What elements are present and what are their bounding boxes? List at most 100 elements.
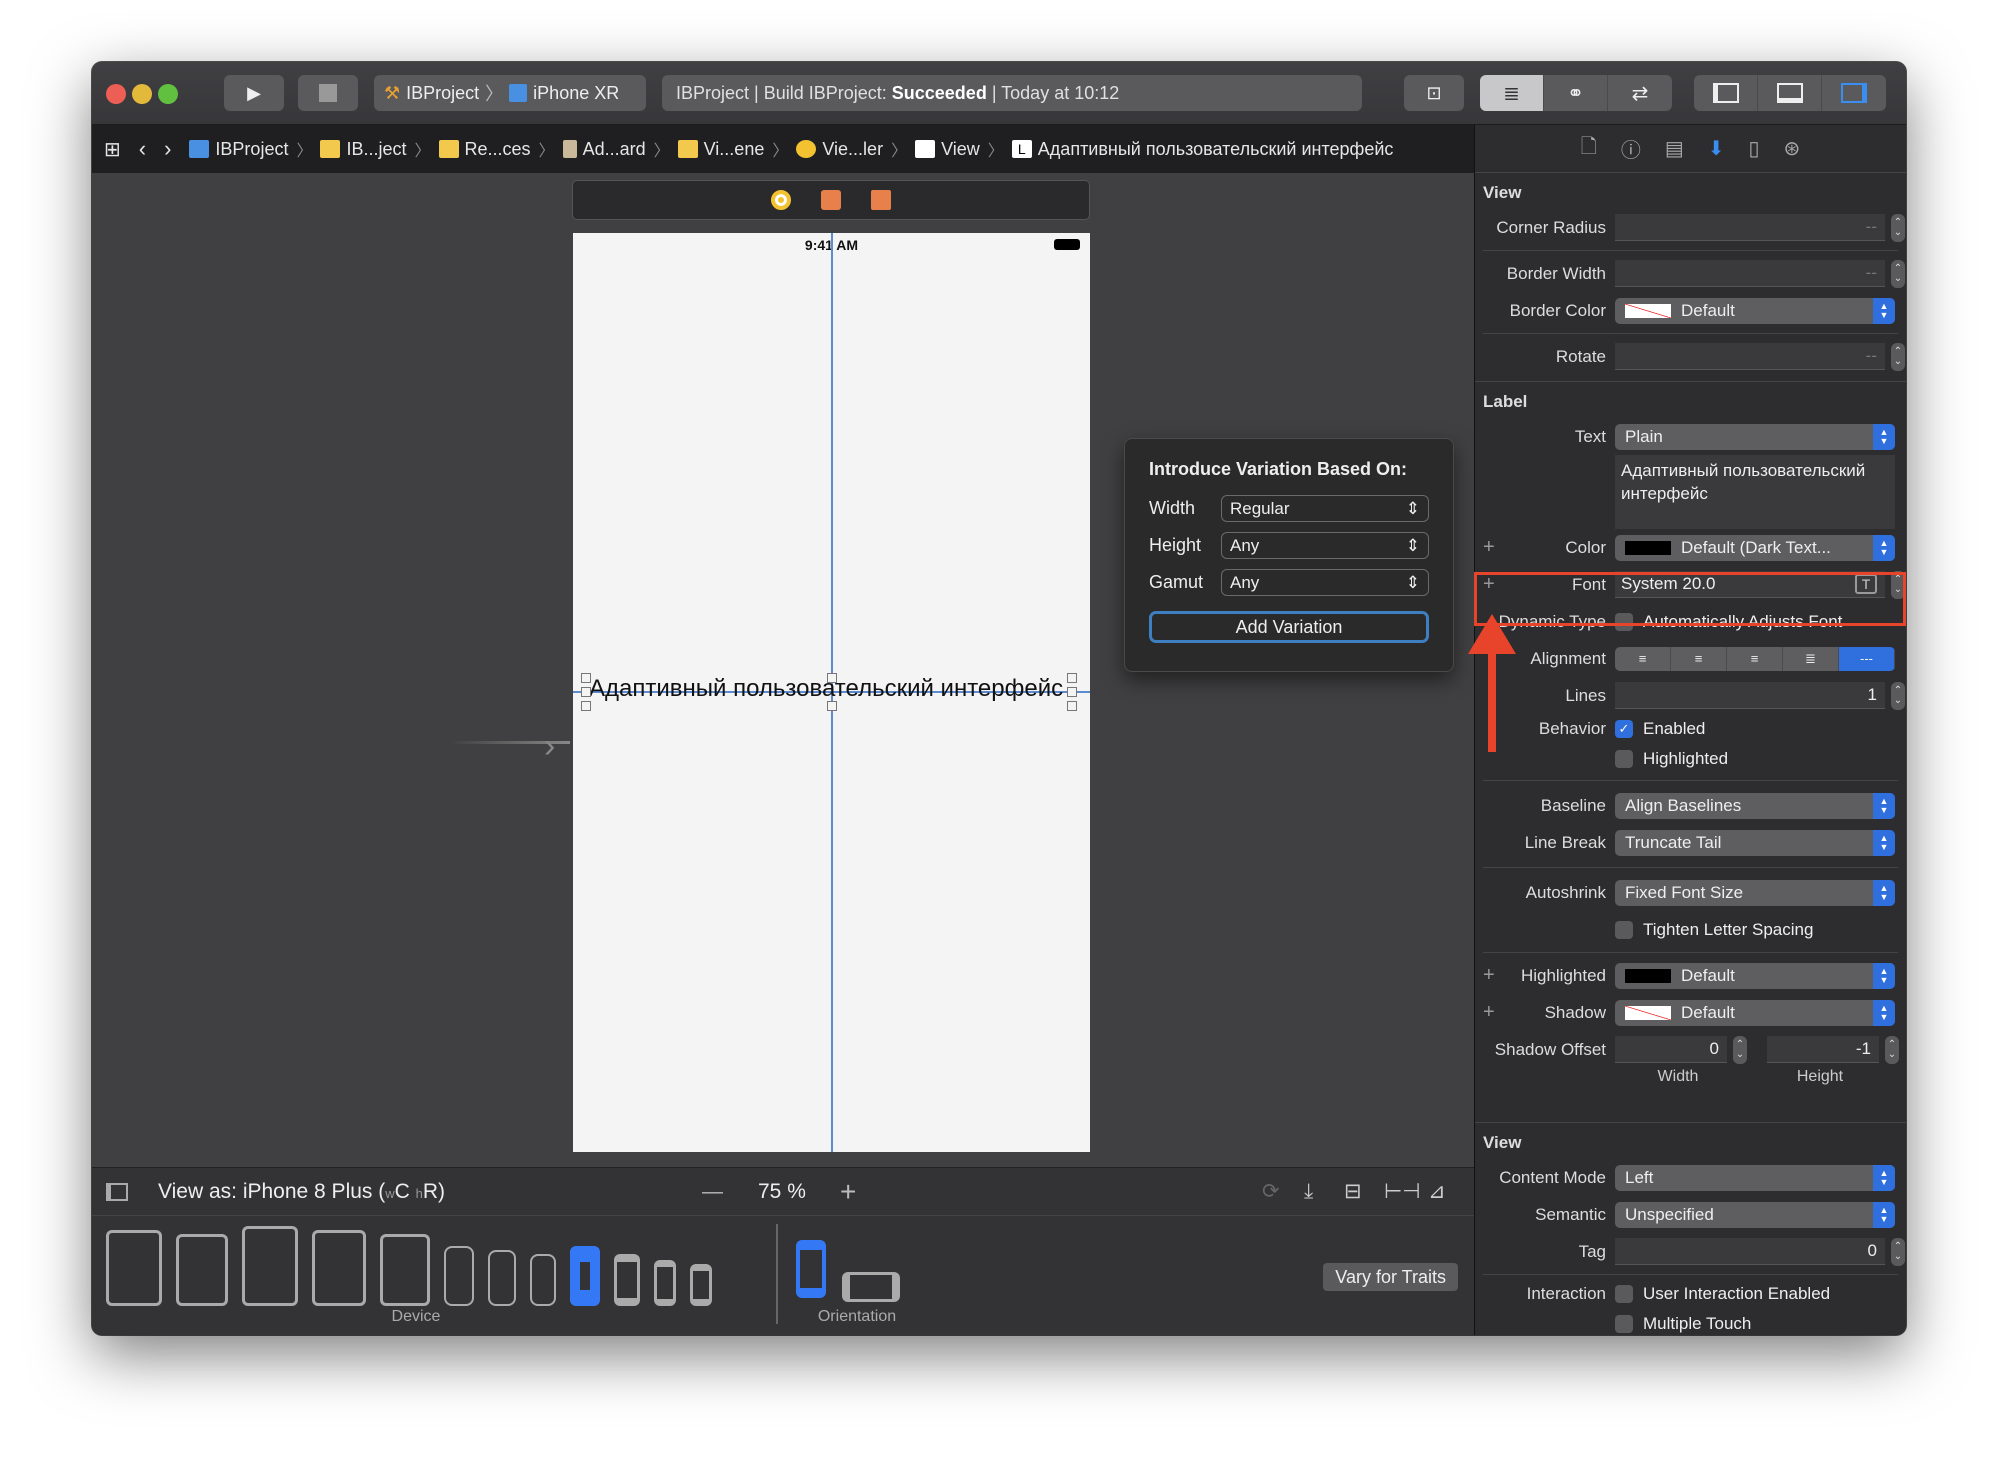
- view-controller-icon[interactable]: [771, 190, 791, 210]
- tighten-letter-spacing-checkbox[interactable]: [1615, 920, 1633, 939]
- add-variation-plus-icon[interactable]: +: [1483, 1001, 1495, 1024]
- align-icon[interactable]: ⊟: [1344, 1179, 1362, 1204]
- device-ipad-pro-11[interactable]: [176, 1234, 228, 1306]
- add-variation-plus-icon[interactable]: +: [1483, 573, 1495, 596]
- align-justified-button[interactable]: ≣: [1783, 646, 1839, 671]
- device-iphone-8-plus[interactable]: [570, 1246, 600, 1306]
- inspector-toggle-button[interactable]: [1822, 75, 1886, 111]
- highlighted-checkbox[interactable]: [1615, 750, 1633, 768]
- breadcrumb-item[interactable]: L Адаптивный пользовательский интерфейс: [1011, 139, 1393, 160]
- resize-handle[interactable]: [827, 701, 837, 711]
- resize-handle[interactable]: [581, 701, 591, 711]
- connections-inspector-icon[interactable]: ⊛: [1784, 136, 1801, 161]
- back-button[interactable]: ‹: [139, 136, 146, 162]
- related-items-icon[interactable]: ⊞: [104, 137, 121, 162]
- content-mode-popup[interactable]: Left ▲ ▼: [1615, 1164, 1895, 1191]
- identity-inspector-icon[interactable]: ▤: [1665, 136, 1684, 161]
- corner-radius-field[interactable]: --: [1615, 214, 1885, 241]
- run-button[interactable]: ▶: [224, 75, 284, 111]
- border-width-field[interactable]: --: [1615, 260, 1885, 287]
- breadcrumb-item[interactable]: IBProject: [189, 139, 288, 160]
- device-iphone-se[interactable]: [654, 1260, 676, 1306]
- minimize-window-button[interactable]: [132, 84, 152, 104]
- zoom-window-button[interactable]: [158, 84, 178, 104]
- highlighted-color-popup[interactable]: Default ▲ ▼: [1615, 962, 1895, 989]
- multiple-touch-checkbox[interactable]: [1615, 1315, 1633, 1333]
- document-outline-toggle-icon[interactable]: [106, 1182, 128, 1201]
- resolve-issues-icon[interactable]: ⊿: [1428, 1179, 1446, 1204]
- tag-field[interactable]: 0: [1615, 1238, 1885, 1265]
- font-field[interactable]: System 20.0 T: [1615, 571, 1885, 598]
- border-width-stepper[interactable]: ⌃ ⌄: [1891, 259, 1905, 288]
- orientation-landscape[interactable]: [842, 1272, 900, 1302]
- dynamic-type-checkbox[interactable]: [1615, 612, 1633, 631]
- shadow-offset-height-stepper[interactable]: ⌃ ⌄: [1885, 1035, 1899, 1064]
- add-variation-plus-icon[interactable]: +: [1483, 536, 1495, 559]
- device-iphone-xs-max[interactable]: [444, 1246, 474, 1306]
- device-ipad-air[interactable]: [312, 1230, 366, 1306]
- update-frames-icon[interactable]: ⟳: [1262, 1179, 1280, 1204]
- device-ipad-mini[interactable]: [380, 1234, 430, 1306]
- add-constraints-icon[interactable]: ⊢⊣: [1384, 1179, 1421, 1204]
- close-window-button[interactable]: [106, 84, 126, 104]
- attributes-inspector-icon[interactable]: ⬇: [1708, 136, 1725, 161]
- text-type-popup[interactable]: Plain ▲ ▼: [1615, 423, 1895, 450]
- breadcrumb-item[interactable]: Re...ces: [438, 139, 531, 160]
- resize-handle[interactable]: [581, 687, 591, 697]
- exit-icon[interactable]: [871, 190, 891, 210]
- tag-stepper[interactable]: ⌃ ⌄: [1891, 1237, 1905, 1266]
- embed-in-stack-icon[interactable]: ⤓: [1304, 1180, 1313, 1204]
- lines-stepper[interactable]: ⌃ ⌄: [1891, 681, 1905, 710]
- breadcrumb-item[interactable]: View: [915, 139, 980, 160]
- text-color-popup[interactable]: Default (Dark Text... ▲ ▼: [1615, 534, 1895, 561]
- resize-handle[interactable]: [581, 673, 591, 683]
- vary-for-traits-button[interactable]: Vary for Traits: [1323, 1263, 1458, 1291]
- align-center-button[interactable]: ≡: [1671, 646, 1727, 671]
- user-interaction-checkbox[interactable]: [1615, 1285, 1633, 1303]
- size-inspector-icon[interactable]: ▯: [1748, 136, 1759, 161]
- resize-handle[interactable]: [1067, 687, 1077, 697]
- scheme-selector[interactable]: ⚒ IBProject 〉 iPhone XR: [374, 75, 646, 111]
- device-iphone-8[interactable]: [614, 1254, 640, 1306]
- device-ipad-pro-10[interactable]: [242, 1226, 298, 1306]
- quick-help-icon[interactable]: ⓘ: [1621, 134, 1641, 163]
- rotate-field[interactable]: --: [1615, 343, 1885, 370]
- first-responder-icon[interactable]: [821, 190, 841, 210]
- font-size-stepper[interactable]: ⌃ ⌄: [1891, 570, 1905, 599]
- zoom-in-button[interactable]: +: [840, 1176, 856, 1208]
- rotate-stepper[interactable]: ⌃ ⌄: [1891, 342, 1905, 371]
- shadow-offset-width-field[interactable]: 0: [1615, 1036, 1727, 1063]
- breadcrumb-item[interactable]: Ad...ard: [562, 139, 646, 160]
- forward-button[interactable]: ›: [164, 136, 171, 162]
- shadow-offset-width-stepper[interactable]: ⌃ ⌄: [1733, 1035, 1747, 1064]
- corner-radius-stepper[interactable]: ⌃ ⌄: [1891, 213, 1905, 242]
- baseline-popup[interactable]: Align Baselines ▲ ▼: [1615, 792, 1895, 819]
- library-button[interactable]: ⊡: [1404, 75, 1464, 111]
- label-text-field[interactable]: Адаптивный пользовательский интерфейс: [1615, 455, 1895, 529]
- file-inspector-icon[interactable]: 🗋: [1581, 132, 1597, 166]
- shadow-color-popup[interactable]: Default ▲ ▼: [1615, 999, 1895, 1026]
- resize-handle[interactable]: [1067, 673, 1077, 683]
- view-as-label[interactable]: View as: iPhone 8 Plus (wC hR): [158, 1180, 445, 1204]
- breadcrumb-item[interactable]: Vie...ler: [796, 139, 883, 160]
- align-natural-button[interactable]: ---: [1839, 646, 1895, 671]
- shadow-offset-height-field[interactable]: -1: [1767, 1036, 1879, 1063]
- device-iphone-xs[interactable]: [530, 1254, 556, 1306]
- lines-field[interactable]: 1: [1615, 682, 1885, 709]
- width-select[interactable]: Regular ⇕: [1221, 495, 1429, 522]
- add-variation-button[interactable]: Add Variation: [1149, 611, 1429, 643]
- autoshrink-popup[interactable]: Fixed Font Size ▲ ▼: [1615, 879, 1895, 906]
- assistant-editor-button[interactable]: ⚭: [1544, 75, 1608, 111]
- debug-toggle-button[interactable]: [1758, 75, 1822, 111]
- font-picker-icon[interactable]: T: [1855, 574, 1877, 594]
- align-right-button[interactable]: ≡: [1727, 646, 1783, 671]
- standard-editor-button[interactable]: ≣: [1480, 75, 1544, 111]
- height-select[interactable]: Any ⇕: [1221, 532, 1429, 559]
- device-iphone-xr[interactable]: [488, 1250, 516, 1306]
- gamut-select[interactable]: Any ⇕: [1221, 569, 1429, 596]
- orientation-portrait[interactable]: [796, 1240, 826, 1298]
- device-iphone-4s[interactable]: [690, 1264, 712, 1306]
- resize-handle[interactable]: [827, 673, 837, 683]
- breadcrumb-item[interactable]: Vi...ene: [677, 139, 764, 160]
- device-ipad-pro-12[interactable]: [106, 1230, 162, 1306]
